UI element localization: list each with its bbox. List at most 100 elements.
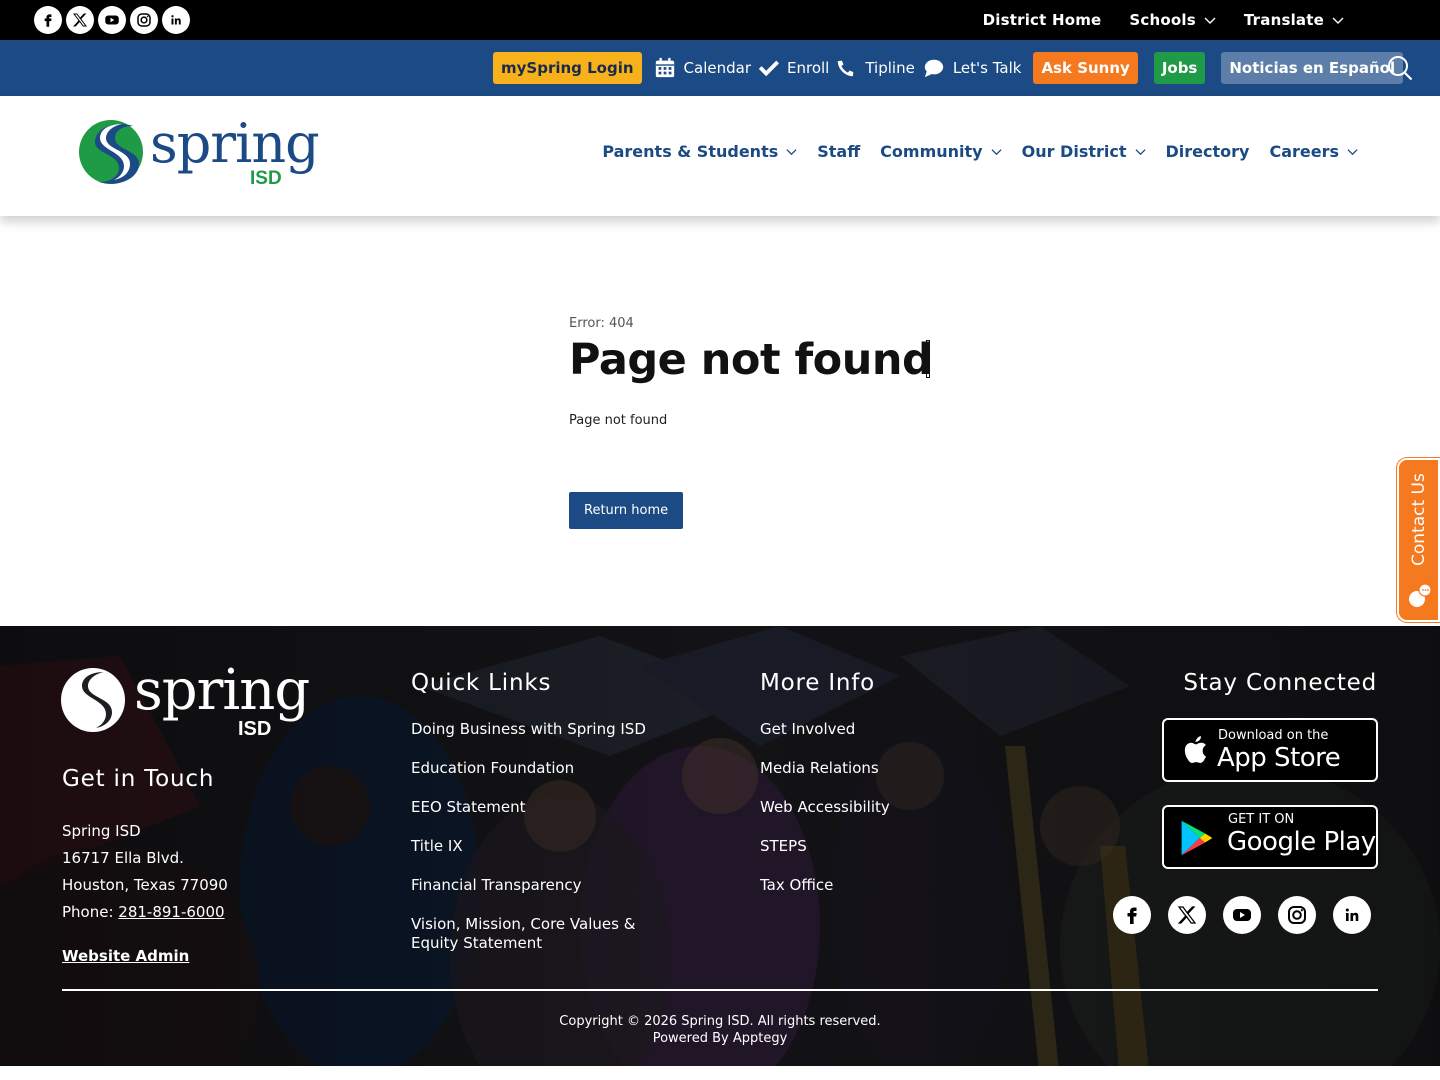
- nav-careers[interactable]: Careers: [1269, 142, 1358, 161]
- checkmark-icon: [758, 60, 779, 77]
- instagram-icon[interactable]: [1278, 896, 1316, 934]
- quick-link[interactable]: Title IX: [411, 837, 711, 856]
- phone-link[interactable]: 281-891-6000: [118, 903, 224, 921]
- linkedin-icon[interactable]: [1333, 896, 1371, 934]
- linkedin-icon[interactable]: [162, 6, 190, 34]
- address-city: Houston, Texas 77090: [62, 876, 228, 894]
- x-icon[interactable]: [1168, 896, 1206, 934]
- top-links: District Home Schools Translate: [983, 0, 1344, 40]
- address-phone: Phone: 281-891-6000: [62, 899, 228, 926]
- address-name: Spring ISD: [62, 822, 141, 840]
- footer-copyright: Copyright © 2026 Spring ISD. All rights …: [0, 1013, 1440, 1047]
- translate-label: Translate: [1243, 11, 1324, 29]
- nav-careers-label: Careers: [1269, 142, 1339, 161]
- more-info-link[interactable]: Media Relations: [760, 759, 1020, 778]
- utility-links: mySpring Login Calendar Enroll Tipline L…: [493, 52, 1404, 84]
- more-info-link[interactable]: Web Accessibility: [760, 798, 1020, 817]
- footer-divider: [62, 989, 1378, 991]
- chevron-down-icon: [1347, 149, 1358, 156]
- copyright-text: Copyright © 2026 Spring ISD. All rights …: [559, 1014, 881, 1029]
- app-store-big-text: App Store: [1217, 743, 1341, 773]
- tipline-link[interactable]: Tipline: [835, 57, 915, 79]
- calendar-label: Calendar: [683, 59, 751, 77]
- chevron-down-icon: [1204, 17, 1216, 24]
- quick-link[interactable]: Education Foundation: [411, 759, 711, 778]
- tipline-label: Tipline: [865, 59, 915, 77]
- instagram-icon[interactable]: [130, 6, 158, 34]
- chevron-down-icon: [1134, 149, 1146, 156]
- top-bar: District Home Schools Translate: [0, 0, 1440, 40]
- logo-isd: ISD: [250, 168, 282, 189]
- lets-talk-link[interactable]: Let's Talk: [923, 57, 1022, 79]
- app-store-badge[interactable]: Download on the App Store: [1162, 718, 1378, 782]
- contact-us-tab[interactable]: Contact Us: [1397, 458, 1440, 622]
- utility-bar: mySpring Login Calendar Enroll Tipline L…: [0, 40, 1440, 96]
- myspring-login-button[interactable]: mySpring Login: [493, 52, 642, 84]
- facebook-icon[interactable]: [34, 6, 62, 34]
- spring-isd-logo[interactable]: spring ISD: [78, 112, 328, 198]
- lets-talk-label: Let's Talk: [952, 59, 1022, 77]
- nav-community[interactable]: Community: [880, 142, 1002, 161]
- search-icon[interactable]: [1386, 54, 1414, 82]
- quick-link[interactable]: Doing Business with Spring ISD: [411, 720, 711, 739]
- more-info-link[interactable]: Tax Office: [760, 876, 1020, 895]
- nav-our-district-label: Our District: [1021, 142, 1127, 161]
- powered-by-link[interactable]: Powered By Apptegy: [0, 1030, 1440, 1047]
- schools-dropdown[interactable]: Schools: [1129, 11, 1216, 29]
- footer-logo-isd: ISD: [238, 718, 272, 740]
- stay-connected-heading: Stay Connected: [1183, 670, 1377, 696]
- youtube-icon[interactable]: [98, 6, 126, 34]
- spring-leaf-icon: [61, 668, 125, 732]
- enroll-link[interactable]: Enroll: [757, 57, 829, 79]
- jobs-button[interactable]: Jobs: [1153, 52, 1206, 84]
- noticias-button[interactable]: Noticias en Español: [1221, 52, 1404, 84]
- more-info-link[interactable]: Get Involved: [760, 720, 1020, 739]
- facebook-icon[interactable]: [1113, 896, 1151, 934]
- footer-logo[interactable]: spring ISD: [60, 658, 316, 746]
- nav-our-district[interactable]: Our District: [1022, 142, 1146, 161]
- text-cursor: [926, 340, 931, 378]
- nav-community-label: Community: [880, 142, 983, 161]
- error-code: Error: 404: [569, 316, 634, 331]
- page-bottom-edge: [0, 1066, 1440, 1080]
- footer-logo-wordmark: spring: [134, 658, 310, 723]
- apple-icon: [1184, 736, 1206, 763]
- youtube-icon[interactable]: [1223, 896, 1261, 934]
- footer-social-links: [1113, 896, 1371, 934]
- website-admin-link[interactable]: Website Admin: [62, 947, 189, 965]
- more-info-heading: More Info: [760, 670, 876, 696]
- error-message: Page not found: [569, 413, 668, 428]
- return-home-button[interactable]: Return home: [569, 492, 684, 529]
- more-info-link[interactable]: STEPS: [760, 837, 1020, 856]
- quick-links-list: Doing Business with Spring ISD Education…: [411, 720, 711, 973]
- get-in-touch-heading: Get in Touch: [62, 766, 215, 792]
- calendar-icon: [655, 57, 674, 78]
- chevron-down-icon: [991, 149, 1002, 156]
- quick-link[interactable]: Financial Transparency: [411, 876, 711, 895]
- chat-icon: [1409, 583, 1432, 607]
- main-nav: Parents & Students Staff Community Our D…: [602, 142, 1358, 161]
- logo-wordmark: spring: [150, 112, 320, 175]
- nav-staff[interactable]: Staff: [817, 142, 860, 161]
- translate-dropdown[interactable]: Translate: [1244, 11, 1344, 29]
- nav-directory[interactable]: Directory: [1166, 142, 1250, 161]
- nav-parents-students-label: Parents & Students: [602, 142, 779, 161]
- schools-label: Schools: [1129, 11, 1196, 29]
- app-store-small-text: Download on the: [1218, 728, 1329, 743]
- enroll-label: Enroll: [787, 59, 830, 77]
- calendar-link[interactable]: Calendar: [654, 57, 751, 79]
- error-content: Error: 404 Page not found Page not found…: [569, 316, 1169, 529]
- google-play-badge[interactable]: GET IT ON Google Play: [1162, 805, 1378, 869]
- footer: spring ISD Get in Touch Spring ISD 16717…: [0, 626, 1440, 1080]
- district-home-label: District Home: [982, 11, 1102, 29]
- quick-link[interactable]: EEO Statement: [411, 798, 711, 817]
- nav-parents-students[interactable]: Parents & Students: [602, 142, 797, 161]
- chevron-down-icon: [1332, 17, 1344, 24]
- page-title-text: Page not found: [569, 335, 933, 385]
- quick-link[interactable]: Vision, Mission, Core Values & Equity St…: [411, 915, 681, 953]
- contact-us-label: Contact Us: [1409, 473, 1429, 566]
- x-icon[interactable]: [66, 6, 94, 34]
- ask-sunny-button[interactable]: Ask Sunny: [1033, 52, 1138, 84]
- page-title: Page not found: [569, 335, 1169, 385]
- district-home-link[interactable]: District Home: [983, 11, 1102, 29]
